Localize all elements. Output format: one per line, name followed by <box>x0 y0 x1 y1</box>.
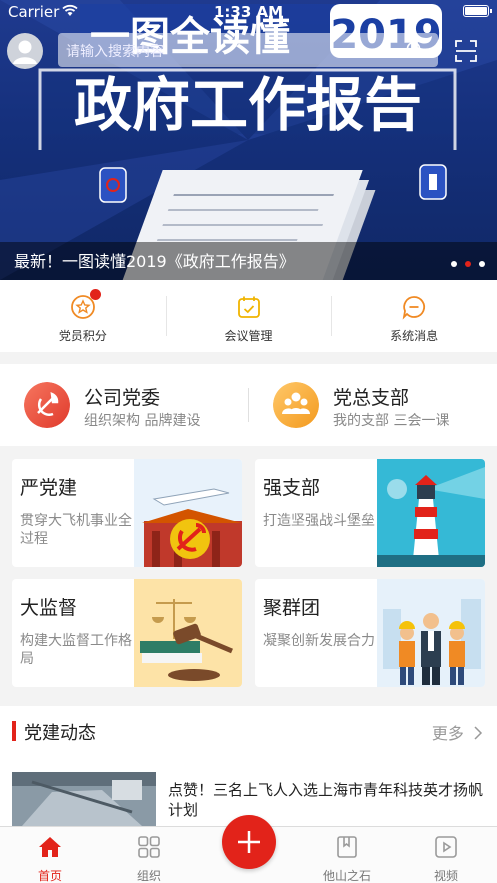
card-description: 贯穿大飞机事业全过程 <box>20 513 132 547</box>
video-icon <box>435 836 457 858</box>
section-accent-bar <box>12 721 16 741</box>
notification-dot <box>89 289 101 300</box>
org-subtitle: 组织架构 品牌建设 <box>84 413 201 429</box>
shortcut-label: 会议管理 <box>224 329 273 343</box>
publish-button[interactable] <box>222 815 276 869</box>
shortcut-label: 系统消息 <box>390 329 439 343</box>
user-avatar[interactable] <box>7 33 43 69</box>
org-title: 党总支部 <box>333 387 410 409</box>
news-section-header: 党建动态 更多 <box>0 706 497 756</box>
card-description: 构建大监督工作格局 <box>20 633 132 667</box>
tab-label: 首页 <box>37 869 62 883</box>
status-bar: Carrier 1:33 AM <box>0 0 497 24</box>
card-title: 严党建 <box>20 477 78 499</box>
party-emblem-icon <box>24 382 70 428</box>
tab-home[interactable]: 首页 <box>10 827 90 883</box>
more-label: 更多 <box>431 724 464 743</box>
search-bar[interactable]: 请输入搜索内容 <box>58 33 438 67</box>
org-subtitle: 我的支部 三会一课 <box>333 413 450 429</box>
plus-icon <box>238 831 260 853</box>
banner-carousel[interactable]: 一图全读懂 2019 政府工作报告 最 <box>0 0 497 280</box>
shortcut-meetings[interactable]: 会议管理 <box>165 280 332 352</box>
card-title: 强支部 <box>263 477 321 499</box>
banner-art-line2: 政府工作报告 <box>74 71 422 139</box>
lighthouse-image <box>377 459 485 567</box>
chevron-right-icon <box>474 726 483 740</box>
banner-caption[interactable]: 最新！一图读懂2019《政府工作报告》 <box>14 248 295 272</box>
tab-label: 组织 <box>136 869 161 883</box>
battery-icon <box>463 5 492 17</box>
card-strict-party-building[interactable]: 严党建 贯穿大飞机事业全过程 <box>12 459 242 567</box>
book-icon <box>337 836 357 858</box>
carousel-indicators <box>451 261 485 267</box>
tab-video[interactable]: 视频 <box>406 827 486 883</box>
card-title: 聚群团 <box>263 597 321 619</box>
organization-bar: 公司党委 组织架构 品牌建设 党总支部 我的支部 三会一课 <box>0 364 497 446</box>
tab-label: 视频 <box>433 869 458 883</box>
workers-team-image <box>377 579 485 687</box>
card-title: 大监督 <box>20 597 78 619</box>
news-section-title: 党建动态 <box>24 723 96 744</box>
tab-label: 他山之石 <box>322 869 371 883</box>
feature-cards: 严党建 贯穿大飞机事业全过程 强支部 打造坚强战斗堡垒 大监督 构建大监督工作格… <box>0 446 497 698</box>
card-description: 打造坚强战斗堡垒 <box>263 513 375 529</box>
shortcut-points[interactable]: 党员积分 <box>0 280 166 352</box>
search-icon[interactable] <box>406 41 424 59</box>
tab-organization[interactable]: 组织 <box>109 827 189 883</box>
card-description: 凝聚创新发展合力 <box>263 633 375 649</box>
search-placeholder: 请输入搜索内容 <box>66 44 164 60</box>
carousel-dot-active[interactable] <box>465 261 471 267</box>
group-icon <box>273 382 319 428</box>
clock: 1:33 AM <box>213 3 284 21</box>
shortcut-messages[interactable]: 系统消息 <box>331 280 497 352</box>
scan-icon[interactable] <box>455 40 477 62</box>
app-screen: 一图全读懂 2019 政府工作报告 最 <box>0 0 497 883</box>
shortcut-bar: 党员积分 会议管理 系统消息 <box>0 280 497 352</box>
carousel-dot[interactable] <box>479 261 485 267</box>
shortcut-label: 党员积分 <box>58 329 107 343</box>
org-title: 公司党委 <box>84 387 161 409</box>
news-thumbnail <box>12 772 156 826</box>
party-building-image <box>134 459 242 567</box>
card-strong-branch[interactable]: 强支部 打造坚强战斗堡垒 <box>255 459 485 567</box>
carousel-dot[interactable] <box>451 261 457 267</box>
message-icon <box>402 296 426 320</box>
org-company-committee[interactable]: 公司党委 组织架构 品牌建设 <box>0 364 248 446</box>
home-icon <box>39 837 61 857</box>
tab-other-stones[interactable]: 他山之石 <box>307 827 387 883</box>
justice-gavel-image <box>134 579 242 687</box>
more-link[interactable]: 更多 <box>432 720 483 744</box>
news-title: 点赞！三名上飞人入选上海市青年科技英才扬帆计划 <box>168 781 484 819</box>
org-general-branch[interactable]: 党总支部 我的支部 三会一课 <box>249 364 497 446</box>
card-big-supervision[interactable]: 大监督 构建大监督工作格局 <box>12 579 242 687</box>
person-icon <box>13 40 37 64</box>
card-rally-masses[interactable]: 聚群团 凝聚创新发展合力 <box>255 579 485 687</box>
calendar-icon <box>237 296 260 318</box>
grid-icon <box>138 836 160 858</box>
